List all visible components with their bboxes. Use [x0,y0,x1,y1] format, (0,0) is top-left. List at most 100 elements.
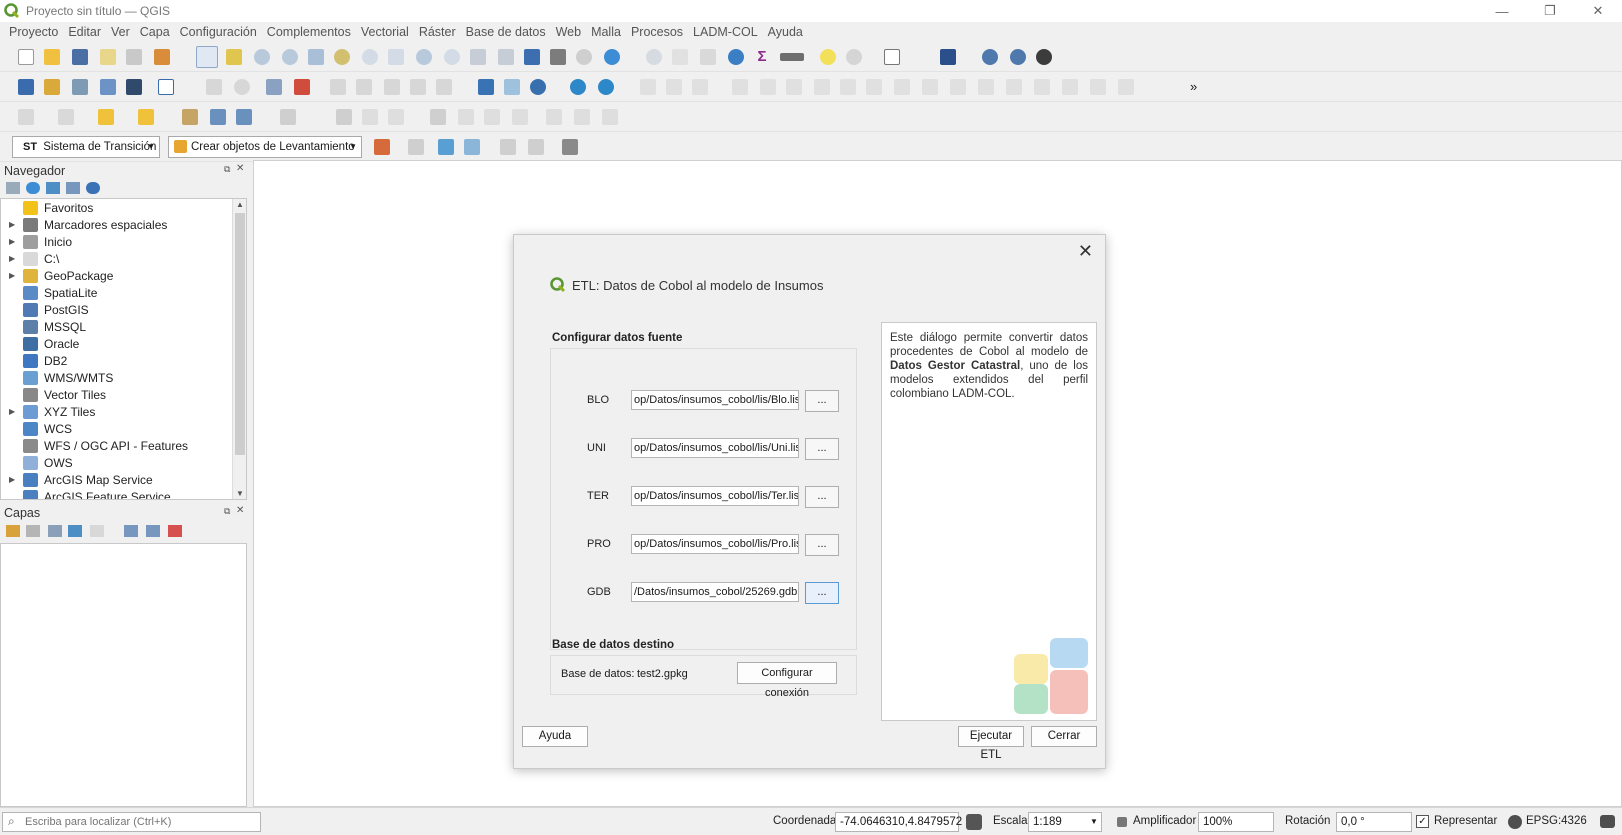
vertex-tool-icon[interactable] [692,79,708,95]
expand-arrow-icon[interactable]: ▶ [9,254,19,263]
locator-input[interactable] [25,814,255,830]
advanced-digitize-2-icon[interactable] [760,79,776,95]
refresh-browser-icon[interactable] [26,182,40,194]
menu-vectorial[interactable]: Vectorial [356,25,414,39]
locator-box[interactable]: ⌕ [2,812,261,832]
navigator-item[interactable]: Oracle [1,335,233,352]
redo-icon[interactable] [574,109,590,125]
scrollbar-thumb[interactable] [235,213,245,455]
dock-close-icon[interactable]: ✕ [236,505,244,516]
dialog-close-icon[interactable]: ✕ [1078,241,1093,262]
close-dialog-button[interactable]: Cerrar [1031,726,1097,747]
select-value-icon[interactable] [58,109,74,125]
zoom-out-icon[interactable] [282,49,298,65]
copy-icon[interactable] [484,109,500,125]
cut-icon[interactable] [458,109,474,125]
menu-ladm-col[interactable]: LADM-COL [688,25,763,39]
save-project-icon[interactable] [72,49,88,65]
navigator-item[interactable]: Vector Tiles [1,386,233,403]
menu-malla[interactable]: Malla [586,25,626,39]
advanced-digitize-1-icon[interactable] [732,79,748,95]
navigator-item[interactable]: ▶ Marcadores espaciales [1,216,233,233]
dock-close-icon[interactable]: ✕ [236,163,244,174]
field-calculator-icon[interactable] [700,49,716,65]
magnifier-spinbox[interactable]: 100% [1198,812,1274,832]
gps-2-icon[interactable] [598,79,614,95]
data-source-manager-icon[interactable] [18,79,34,95]
label-tool-icon[interactable] [206,79,222,95]
bookmark-new-icon[interactable] [524,49,540,65]
navigator-item[interactable]: ▶ ArcGIS Map Service [1,471,233,488]
zoom-layer-icon[interactable] [362,49,378,65]
close-window-button[interactable]: ✕ [1574,0,1622,22]
label-highlight-icon[interactable] [266,79,282,95]
select-expression-icon[interactable] [138,109,154,125]
run-etl-button[interactable]: Ejecutar ETL [958,726,1024,761]
help-contents-icon[interactable] [940,49,956,65]
statistics-sum-icon[interactable]: Σ [754,49,770,65]
expand-arrow-icon[interactable]: ▶ [9,271,19,280]
navigator-item[interactable]: WCS [1,420,233,437]
copy-objects-icon[interactable] [500,139,516,155]
ladm-globe-2-icon[interactable] [1010,49,1026,65]
new-project-icon[interactable] [18,49,34,65]
navigator-item[interactable]: ▶ XYZ Tiles [1,403,233,420]
measure-icon[interactable] [780,53,804,61]
navigator-item[interactable]: PostGIS [1,301,233,318]
advanced-digitize-9-icon[interactable] [950,79,966,95]
delete-feature-icon[interactable] [430,109,446,125]
restore-button[interactable]: ❐ [1526,0,1574,22]
remove-layer-icon[interactable] [168,525,182,537]
expand-arrow-icon[interactable]: ▶ [9,220,19,229]
digitize-line-icon[interactable] [640,79,656,95]
navigator-item[interactable]: DB2 [1,352,233,369]
advanced-digitize-11-icon[interactable] [1006,79,1022,95]
layers-tree[interactable] [0,543,247,807]
digitize-polygon-icon[interactable] [666,79,682,95]
manage-visibility-icon[interactable] [48,525,62,537]
advanced-digitize-3-icon[interactable] [786,79,802,95]
undo-icon[interactable] [546,109,562,125]
ter-path-input[interactable]: op/Datos/insumos_cobol/lis/Ter.lis [631,486,799,506]
add-node-icon[interactable] [438,139,454,155]
scroll-down-icon[interactable]: ▼ [236,489,244,498]
menu-procesos[interactable]: Procesos [626,25,688,39]
show-bookmarks-icon[interactable] [550,49,566,65]
advanced-digitize-7-icon[interactable] [894,79,910,95]
zoom-full-icon[interactable] [308,49,324,65]
render-checkbox[interactable]: ✓ [1416,815,1429,828]
paste-icon[interactable] [512,109,528,125]
label-diagram-icon[interactable] [436,79,452,95]
navigator-item[interactable]: MSSQL [1,318,233,335]
zoom-next-icon[interactable] [444,49,460,65]
blo-browse-button[interactable]: ... [805,390,839,412]
refresh-icon[interactable] [604,49,620,65]
expand-arrow-icon[interactable]: ▶ [9,475,19,484]
toggle-edit-icon[interactable] [280,109,296,125]
pan-icon[interactable] [196,46,218,68]
advanced-digitize-4-icon[interactable] [814,79,830,95]
save-edits-icon[interactable] [336,109,352,125]
menu-ayuda[interactable]: Ayuda [763,25,808,39]
uni-path-input[interactable]: op/Datos/insumos_cobol/lis/Uni.lis [631,438,799,458]
crs-label[interactable]: EPSG:4326 [1526,815,1587,827]
menu-ver[interactable]: Ver [106,25,135,39]
advanced-digitize-14-icon[interactable] [1090,79,1106,95]
crear-objetos-combo[interactable]: Crear objetos de Levantamiento ▼ [168,136,362,158]
toolbar-overflow-icon[interactable]: » [1190,79,1206,95]
info-icon[interactable] [86,182,100,194]
label-rotate-icon[interactable] [356,79,372,95]
save-ladm-icon[interactable] [408,139,424,155]
deselect-icon[interactable] [98,109,114,125]
map-tips-icon[interactable] [820,49,836,65]
topology-icon[interactable] [464,139,480,155]
ladm-globe-3-icon[interactable] [1036,49,1052,65]
blo-path-input[interactable]: op/Datos/insumos_cobol/lis/Blo.lis [631,390,799,410]
add-group-icon[interactable] [26,525,40,537]
rotation-spinbox[interactable]: 0,0 ° [1336,812,1412,832]
menu-capa[interactable]: Capa [135,25,175,39]
label-change-icon[interactable] [384,79,400,95]
processing-toolbox-icon[interactable] [728,49,744,65]
add-selected-icon[interactable] [6,182,20,194]
select-features-icon[interactable] [18,109,34,125]
